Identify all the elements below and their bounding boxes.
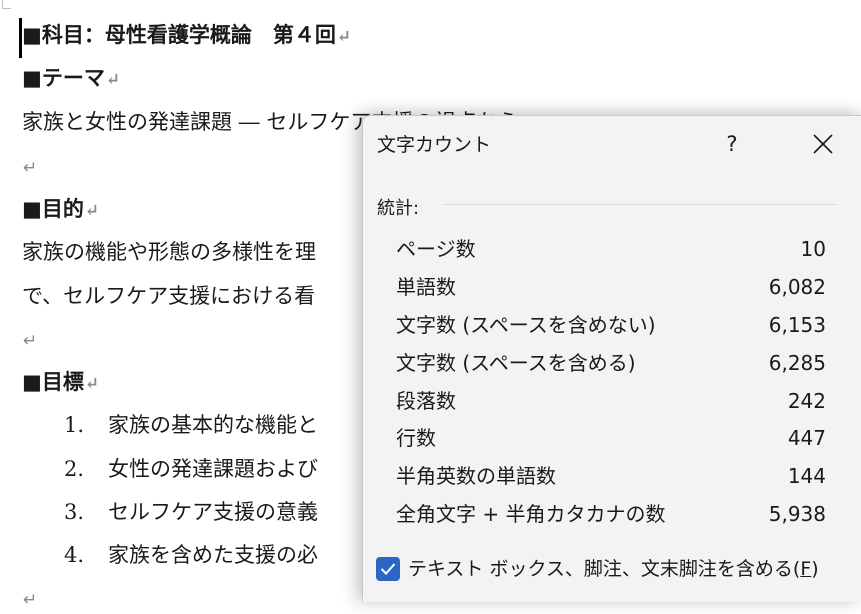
- stat-row-pages: ページ数 10: [396, 232, 826, 266]
- stat-row-characters-with-spaces: 文字数 (スペースを含める) 6,285: [396, 346, 826, 380]
- stat-row-characters-no-spaces: 文字数 (スペースを含めない) 6,153: [396, 308, 826, 342]
- paragraph-mark: ↵: [84, 374, 100, 394]
- paragraph-mark: ↵: [23, 331, 38, 351]
- paragraph-mark: ↵: [84, 201, 100, 221]
- dialog-title-bar[interactable]: 文字カウント ?: [363, 116, 861, 172]
- purpose-text-line-2: で、セルフケア支援における看: [22, 284, 316, 308]
- dialog-title: 文字カウント: [377, 134, 492, 156]
- stat-label: 段落数: [396, 389, 456, 413]
- stat-value: 10: [800, 237, 826, 261]
- checkmark-icon: [380, 563, 396, 575]
- close-icon: [813, 134, 833, 154]
- paragraph-mark: ↵: [105, 70, 121, 90]
- stat-label: ページ数: [396, 237, 476, 261]
- stat-label: 単語数: [396, 275, 456, 299]
- list-number: 4.: [64, 543, 85, 567]
- stat-value: 5,938: [768, 502, 826, 526]
- purpose-text-line-1: 家族の機能や形態の多様性を理: [22, 240, 316, 264]
- page-corner-mark: [2, 0, 11, 9]
- stat-value: 6,285: [768, 351, 826, 375]
- close-button[interactable]: [803, 126, 843, 162]
- list-text: 家族の基本的な機能と: [108, 413, 318, 437]
- list-number: 2.: [64, 457, 85, 481]
- heading-goals: ■目標↵: [22, 369, 100, 394]
- help-icon: ?: [726, 132, 738, 156]
- stat-row-fullwidth-characters: 全角文字 + 半角カタカナの数 5,938: [396, 497, 826, 531]
- stat-value: 144: [787, 464, 826, 488]
- statistics-label: 統計:: [377, 198, 420, 219]
- list-number: 1.: [64, 413, 85, 437]
- accelerator-key: F: [800, 558, 812, 580]
- section-divider: [443, 204, 838, 205]
- stat-value: 6,082: [768, 275, 826, 299]
- stat-label: 文字数 (スペースを含めない): [396, 313, 656, 337]
- stat-row-halfwidth-words: 半角英数の単語数 144: [396, 459, 826, 493]
- paragraph-mark: ↵: [336, 27, 352, 47]
- empty-paragraph: ↵: [22, 152, 37, 182]
- stat-label: 半角英数の単語数: [396, 464, 556, 488]
- stat-value: 242: [787, 389, 826, 413]
- stat-value: 6,153: [768, 313, 826, 337]
- word-count-dialog: 文字カウント ? 統計: ページ数 10 単語数 6,082 文字数 (スペース…: [362, 115, 861, 602]
- stat-row-words: 単語数 6,082: [396, 270, 826, 304]
- heading-theme: ■テーマ↵: [22, 65, 121, 90]
- stat-label: 文字数 (スペースを含める): [396, 351, 636, 375]
- stat-value: 447: [787, 426, 826, 450]
- stat-label: 全角文字 + 半角カタカナの数: [396, 502, 666, 526]
- heading-subject: ■科目：母性看護学概論 第４回↵: [22, 22, 352, 47]
- heading-purpose: ■目的↵: [22, 196, 100, 221]
- stat-row-paragraphs: 段落数 242: [396, 384, 826, 418]
- list-number: 3.: [64, 500, 85, 524]
- include-textboxes-checkbox[interactable]: [376, 557, 400, 581]
- empty-paragraph: ↵: [22, 325, 37, 355]
- empty-paragraph: ↵: [22, 584, 37, 614]
- include-textboxes-label[interactable]: テキスト ボックス、脚注、文末脚注を含める(F): [408, 554, 819, 584]
- list-text: 女性の発達課題および: [108, 457, 318, 481]
- stat-row-lines: 行数 447: [396, 421, 826, 455]
- help-button[interactable]: ?: [715, 128, 749, 160]
- paragraph-mark: ↵: [23, 590, 38, 610]
- stat-label: 行数: [396, 426, 436, 450]
- list-text: セルフケア支援の意義: [108, 500, 318, 524]
- paragraph-mark: ↵: [23, 158, 38, 178]
- list-text: 家族を含めた支援の必: [108, 543, 318, 567]
